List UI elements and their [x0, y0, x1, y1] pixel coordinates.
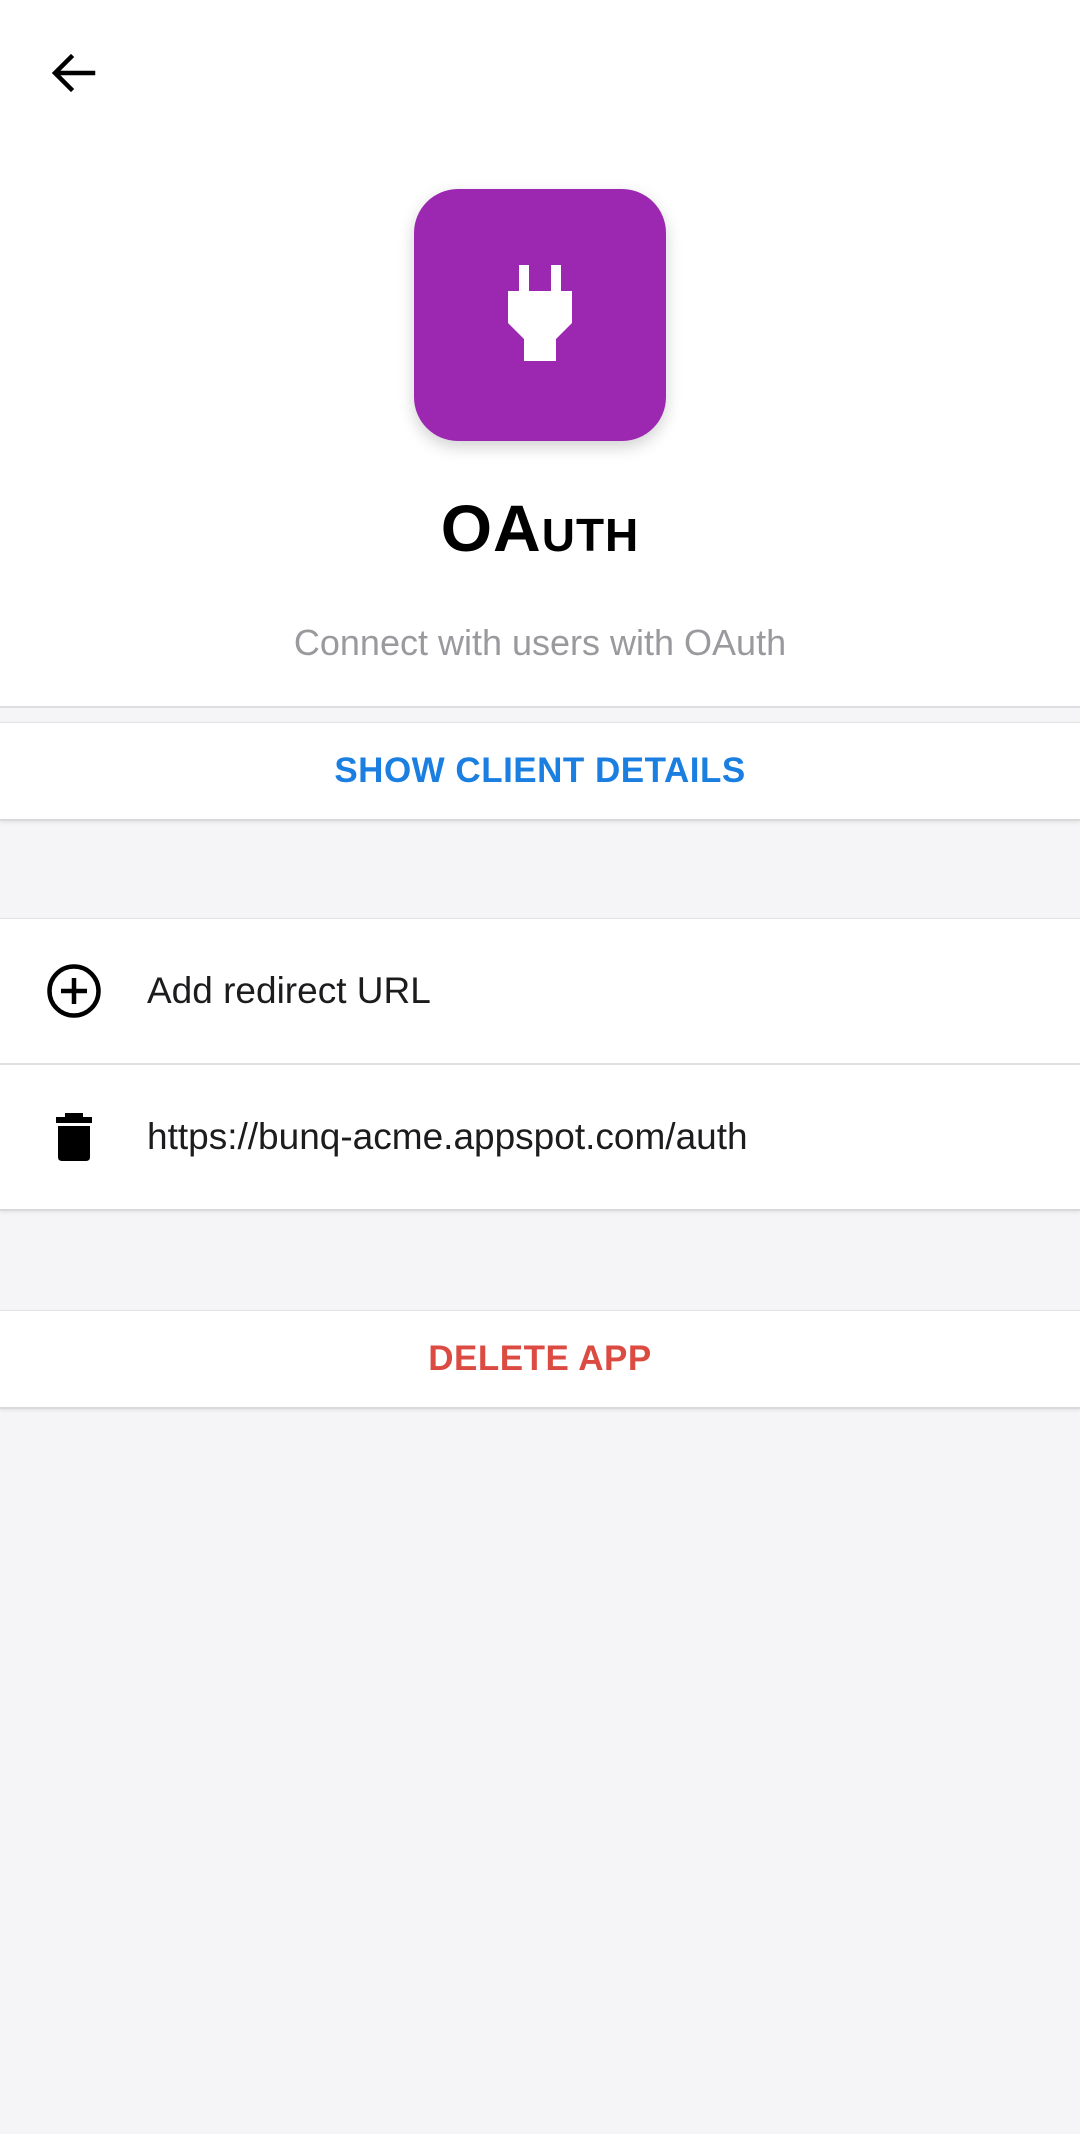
divider	[0, 1209, 1080, 1211]
app-icon	[414, 189, 666, 441]
app-subtitle: Connect with users with OAuth	[293, 622, 787, 663]
divider	[0, 706, 1080, 708]
delete-app-label: DELETE APP	[428, 1339, 652, 1378]
redirect-url-row: https://bunq-acme.appspot.com/auth	[0, 1063, 1080, 1209]
redirect-url-text: https://bunq-acme.appspot.com/auth	[147, 1116, 748, 1157]
app-title: OAuth	[440, 491, 640, 565]
back-button[interactable]	[36, 36, 110, 110]
app-header: OAuth Connect with users with OAuth	[0, 0, 1080, 706]
show-client-details-button[interactable]: SHOW CLIENT DETAILS	[0, 722, 1080, 821]
arrow-left-icon	[51, 53, 96, 93]
plus-circle-icon	[44, 961, 104, 1021]
add-redirect-url-row[interactable]: Add redirect URL	[0, 919, 1080, 1063]
delete-app-button[interactable]: DELETE APP	[0, 1310, 1080, 1409]
power-plug-icon	[508, 265, 572, 361]
show-client-details-label: SHOW CLIENT DETAILS	[334, 751, 746, 790]
redirect-url-list: Add redirect URL https://bunq-acme.appsp…	[0, 918, 1080, 1211]
add-redirect-url-label: Add redirect URL	[147, 970, 431, 1011]
trash-icon[interactable]	[44, 1107, 104, 1167]
